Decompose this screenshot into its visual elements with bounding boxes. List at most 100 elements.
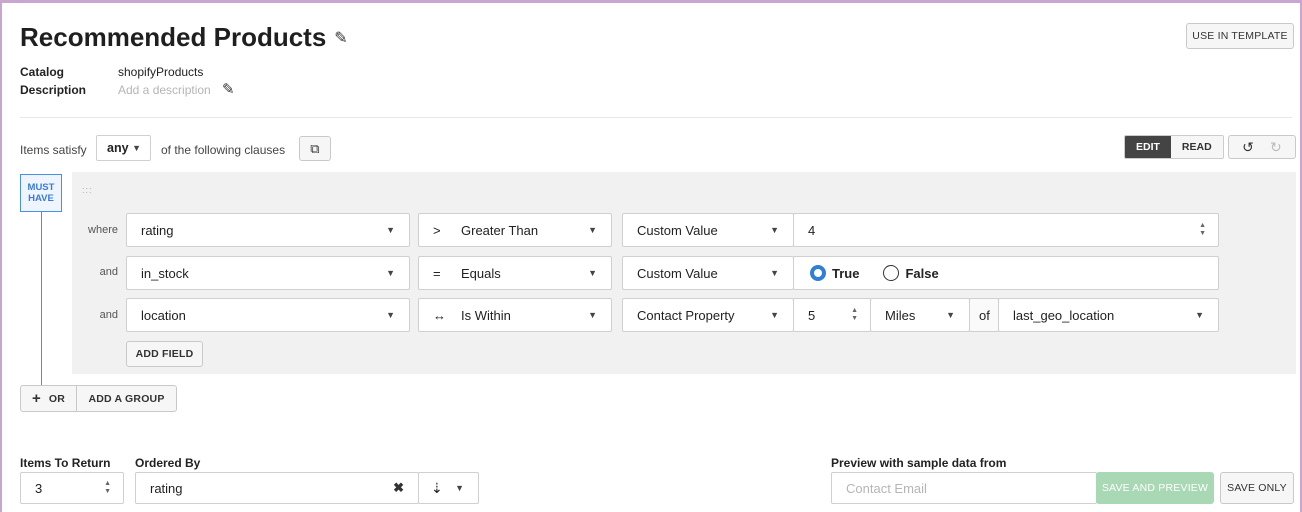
distance-input[interactable]: 5 ▲ ▼ — [793, 298, 871, 332]
chevron-down-icon: ▼ — [588, 310, 597, 320]
items-to-return-value: 3 — [35, 480, 43, 496]
following-clauses-label: of the following clauses — [161, 143, 286, 157]
add-group-button[interactable]: ADD A GROUP — [77, 393, 176, 405]
radio-false[interactable] — [883, 265, 900, 281]
row2-field-select[interactable]: in_stock ▼ — [126, 256, 410, 290]
chevron-down-icon: ▼ — [386, 310, 395, 320]
drag-handle-icon[interactable]: ::: — [82, 185, 93, 195]
must-have-badge[interactable]: MUST HAVE — [20, 174, 62, 212]
page-title: Recommended Products ✎ — [20, 22, 348, 53]
distance-value: 5 — [808, 307, 816, 323]
row2-operator-value: Equals — [461, 265, 501, 281]
chevron-down-icon: ▼ — [588, 268, 597, 278]
stepper-icon[interactable]: ▲ ▼ — [851, 307, 858, 323]
chevron-down-icon: ▼ — [1195, 310, 1204, 320]
redo-icon[interactable]: ↻ — [1270, 139, 1282, 156]
row3-value-type: Contact Property — [637, 307, 735, 323]
catalog-label: Catalog — [20, 65, 65, 79]
group-actions: + OR ADD A GROUP — [20, 385, 177, 412]
save-and-preview-button[interactable]: SAVE AND PREVIEW — [1096, 472, 1214, 504]
sort-descending-icon: ⇣ — [431, 479, 443, 496]
save-only-button[interactable]: SAVE ONLY — [1220, 472, 1294, 504]
greater-than-icon: > — [433, 222, 441, 238]
chevron-down-icon: ▼ — [386, 268, 395, 278]
page-title-text: Recommended Products — [20, 22, 327, 52]
chevron-down-icon: ▼ — [386, 225, 395, 235]
sort-order-select[interactable]: ⇣ ▼ — [418, 472, 479, 504]
row1-operator-select[interactable]: > Greater Than ▼ — [418, 213, 612, 247]
must-have-line2: HAVE — [28, 193, 54, 204]
copy-icon[interactable]: ⧉ — [299, 136, 331, 161]
ordered-by-label: Ordered By — [135, 456, 201, 470]
row3-operator-select[interactable]: ↔ Is Within ▼ — [418, 298, 612, 332]
group-connector-line — [41, 212, 42, 385]
row2-field-value: in_stock — [141, 265, 189, 281]
property-select[interactable]: last_geo_location ▼ — [998, 298, 1219, 332]
edit-read-toggle[interactable]: EDIT READ — [1124, 135, 1224, 159]
property-value: last_geo_location — [1013, 307, 1115, 323]
or-button[interactable]: + OR — [21, 386, 77, 411]
contact-email-input[interactable]: Contact Email — [831, 472, 1097, 504]
row1-value-input[interactable]: 4 ▲ ▼ — [793, 213, 1219, 247]
row3-connector: and — [99, 309, 118, 321]
plus-icon: + — [31, 390, 41, 407]
chevron-down-icon: ▼ — [770, 268, 779, 278]
unit-select[interactable]: Miles ▼ — [870, 298, 970, 332]
clear-icon[interactable]: ✖ — [393, 480, 404, 496]
unit-value: Miles — [885, 307, 916, 323]
divider — [20, 117, 1292, 118]
use-in-template-button[interactable]: USE IN TEMPLATE — [1186, 23, 1294, 49]
equals-icon: = — [433, 265, 441, 281]
catalog-value: shopifyProducts — [118, 65, 204, 79]
clause-mode-select[interactable]: any ▼ — [96, 135, 151, 161]
chevron-down-icon: ▼ — [132, 143, 141, 153]
add-field-button[interactable]: ADD FIELD — [126, 341, 203, 367]
undo-icon[interactable]: ↺ — [1242, 139, 1254, 156]
undo-redo-group: ↺ ↻ — [1228, 135, 1296, 159]
must-have-line1: MUST — [27, 182, 55, 193]
chevron-down-icon: ▼ — [946, 310, 955, 320]
items-to-return-input[interactable]: 3 ▲ ▼ — [20, 472, 124, 504]
ordered-by-select[interactable]: rating ✖ — [135, 472, 419, 504]
row2-boolean-input: True False — [793, 256, 1219, 290]
row2-connector: and — [99, 266, 118, 278]
row3-operator-value: Is Within — [461, 307, 511, 323]
radio-true-label[interactable]: True — [832, 266, 859, 281]
description-label: Description — [20, 83, 87, 97]
chevron-down-icon: ▼ — [588, 225, 597, 235]
radio-false-label[interactable]: False — [905, 266, 938, 281]
description-edit-icon[interactable]: ✎ — [222, 80, 235, 98]
edit-icon[interactable]: ✎ — [334, 28, 347, 48]
stepper-icon[interactable]: ▲ ▼ — [1199, 222, 1206, 238]
items-satisfy-label: Items satisfy — [20, 143, 87, 157]
row1-field-select[interactable]: rating ▼ — [126, 213, 410, 247]
chevron-down-icon: ▼ — [455, 483, 464, 493]
ordered-by-value: rating — [150, 480, 183, 496]
row1-connector: where — [88, 224, 118, 236]
of-label-box: of — [969, 298, 999, 332]
row1-value-type-select[interactable]: Custom Value ▼ — [622, 213, 794, 247]
row3-field-select[interactable]: location ▼ — [126, 298, 410, 332]
preview-label: Preview with sample data from — [831, 456, 1007, 470]
items-to-return-label: Items To Return — [20, 456, 111, 470]
of-label: of — [979, 307, 990, 323]
contact-email-placeholder: Contact Email — [846, 480, 927, 496]
radio-true[interactable] — [810, 265, 826, 281]
stepper-icon[interactable]: ▲ ▼ — [104, 480, 111, 496]
row2-value-type-select[interactable]: Custom Value ▼ — [622, 256, 794, 290]
row2-operator-select[interactable]: = Equals ▼ — [418, 256, 612, 290]
or-label: OR — [48, 392, 66, 405]
row1-value: 4 — [808, 222, 816, 238]
description-placeholder[interactable]: Add a description — [118, 83, 211, 97]
read-toggle-button[interactable]: READ — [1170, 136, 1223, 158]
row1-operator-value: Greater Than — [461, 222, 539, 238]
row2-value-type: Custom Value — [637, 265, 718, 281]
row1-field-value: rating — [141, 222, 174, 238]
chevron-down-icon: ▼ — [770, 310, 779, 320]
edit-toggle-button[interactable]: EDIT — [1125, 136, 1171, 158]
row1-value-type: Custom Value — [637, 222, 718, 238]
clause-mode-value: any — [107, 141, 129, 155]
row3-field-value: location — [141, 307, 186, 323]
chevron-down-icon: ▼ — [770, 225, 779, 235]
row3-value-type-select[interactable]: Contact Property ▼ — [622, 298, 794, 332]
